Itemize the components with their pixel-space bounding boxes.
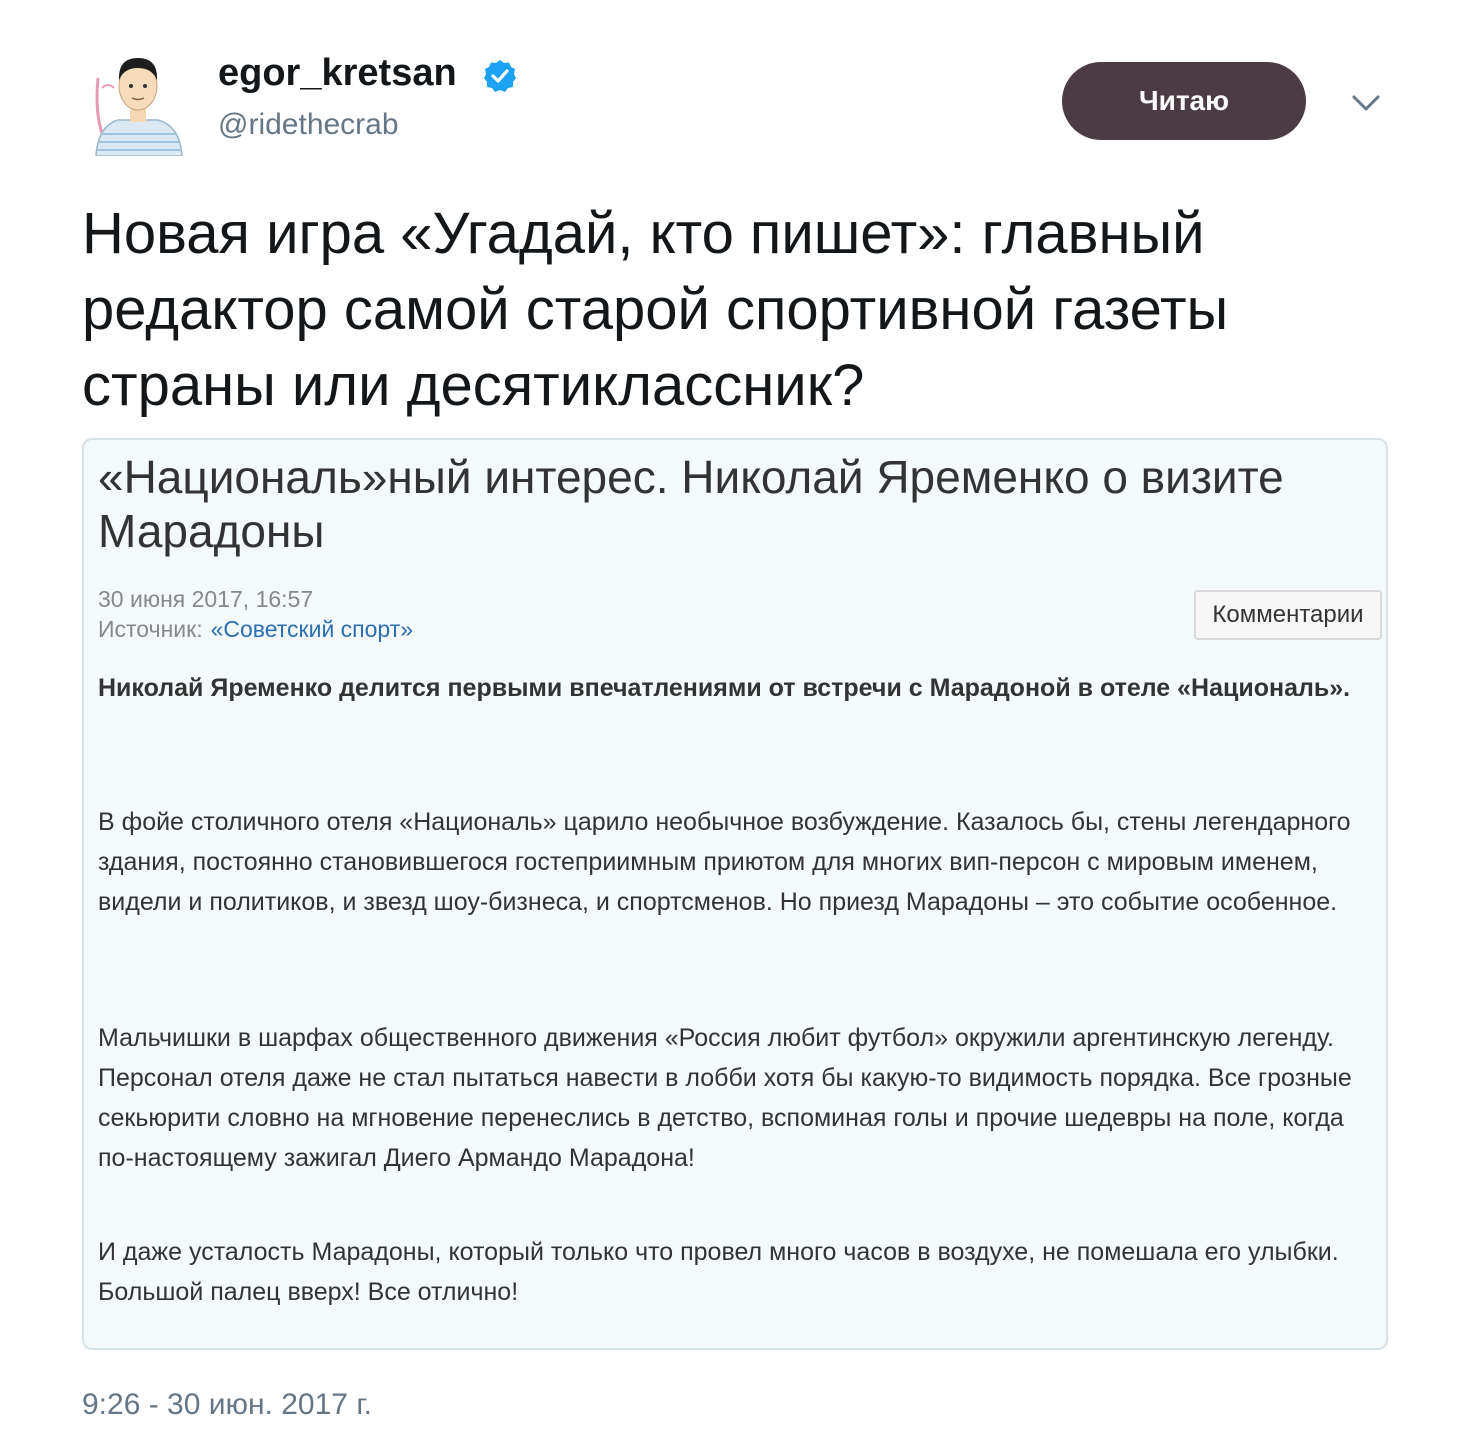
article-paragraph: Мальчишки в шарфах общественного движени… xyxy=(98,1024,1352,1172)
comments-button[interactable]: Комментарии xyxy=(1194,590,1382,640)
article-date: 30 июня 2017, 16:57 xyxy=(98,586,314,612)
source-link[interactable]: «Советский спорт» xyxy=(211,616,413,642)
article-lead: Николай Яременко делится первыми впечатл… xyxy=(98,674,1351,702)
user-handle[interactable]: @ridethecrab xyxy=(218,108,399,142)
article-source: Источник: «Советский спорт» xyxy=(98,616,413,643)
article-title: «Националь»ный интерес. Николай Яременко… xyxy=(98,451,1284,557)
following-button[interactable]: Читаю xyxy=(1062,62,1306,140)
avatar-illustration xyxy=(95,58,183,157)
verified-badge-icon xyxy=(482,58,518,94)
article-paragraph: И даже усталость Марадоны, который тольк… xyxy=(98,1238,1339,1306)
article-screenshot-card[interactable]: «Националь»ный интерес. Николай Яременко… xyxy=(82,438,1388,1350)
article-paragraph: В фойе столичного отеля «Националь» цари… xyxy=(98,808,1351,916)
avatar[interactable] xyxy=(88,48,188,157)
chevron-down-icon[interactable] xyxy=(1346,88,1386,118)
tweet-timestamp[interactable]: 9:26 - 30 июн. 2017 г. xyxy=(82,1388,372,1422)
source-label: Источник: xyxy=(98,616,203,642)
tweet-text: Новая игра «Угадай, кто пишет»: главный … xyxy=(82,201,1229,418)
display-name[interactable]: egor_kretsan xyxy=(218,52,457,95)
